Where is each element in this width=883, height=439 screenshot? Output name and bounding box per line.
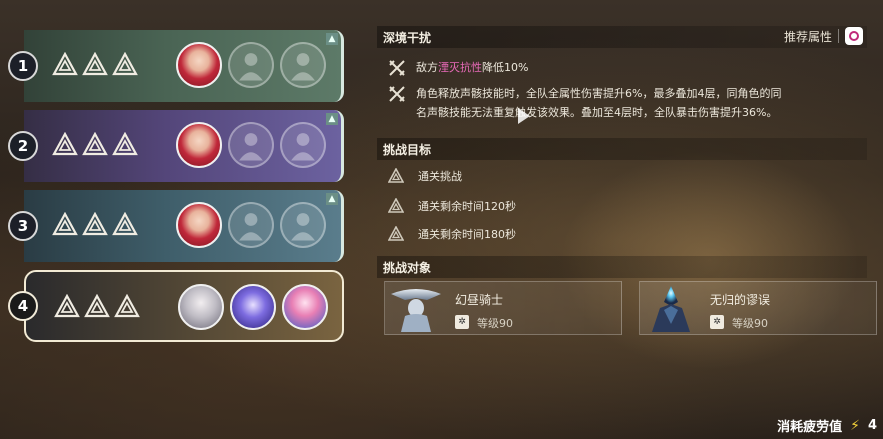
target-card[interactable]: 幻昼骑士 ✲ 等级90	[384, 281, 622, 335]
havoc-attribute-icon[interactable]	[845, 27, 863, 45]
empty-slot-avatar[interactable]	[280, 122, 326, 168]
stage-row-1[interactable]: ▲ 1	[0, 30, 360, 102]
goal-text: 通关剩余时间180秒	[418, 228, 516, 241]
target-name: 无归的谬误	[710, 293, 771, 307]
empty-slot-avatar[interactable]	[228, 42, 274, 88]
level-gear-icon: ✲	[455, 315, 469, 329]
target-level: 等级90	[732, 317, 768, 330]
lightning-icon: ⚡	[850, 417, 860, 434]
crossed-swords-icon	[389, 86, 405, 102]
goal-item: 通关剩余时间180秒	[387, 225, 516, 242]
mouse-cursor-icon	[518, 108, 530, 124]
goal-triangle-icon	[82, 131, 108, 158]
goal-item: 通关剩余时间120秒	[387, 197, 516, 214]
stage-row-4[interactable]: 4	[0, 270, 360, 342]
recommend-attribute[interactable]: 推荐属性	[784, 27, 863, 45]
goal-triangle-icon	[112, 131, 138, 158]
crossed-swords-icon	[389, 60, 405, 76]
character-avatar[interactable]	[176, 202, 222, 248]
goal-triangle-icon	[114, 293, 140, 320]
stage-row-2[interactable]: ▲ 2	[0, 110, 360, 182]
goals-title: 挑战目标	[383, 143, 432, 157]
corner-badge-icon: ▲	[326, 113, 338, 125]
effect-2-text: 角色释放声骸技能时，全队全属性伤害提升6%，最多叠加4层，同角色的同 名声骸技能…	[416, 84, 781, 122]
level-gear-icon: ✲	[710, 315, 724, 329]
target-level: 等级90	[477, 317, 513, 330]
stage-card[interactable]: ▲	[24, 190, 344, 262]
stage-card[interactable]	[24, 270, 344, 342]
targets-title: 挑战对象	[383, 261, 432, 275]
effect-1-highlight: 湮灭抗性	[438, 61, 482, 74]
effect-1-suffix: 降低10%	[482, 61, 529, 74]
stage-number: 3	[8, 211, 38, 241]
stage-card[interactable]: ▲	[24, 110, 344, 182]
character-avatar[interactable]	[230, 284, 276, 330]
stage-number: 4	[8, 291, 38, 321]
target-name: 幻昼骑士	[455, 293, 504, 307]
cost-label: 消耗疲劳值	[777, 420, 843, 435]
goal-triangle-icon	[387, 225, 405, 242]
goal-triangle-icon	[52, 131, 78, 158]
effect-1: 敌方湮灭抗性降低10%	[388, 58, 528, 77]
empty-slot-avatar[interactable]	[280, 42, 326, 88]
empty-slot-avatar[interactable]	[228, 122, 274, 168]
goal-triangle-icon	[82, 211, 108, 238]
stage-number: 2	[8, 131, 38, 161]
stage-row-3[interactable]: ▲ 3	[0, 190, 360, 262]
character-avatar[interactable]	[178, 284, 224, 330]
divider	[838, 29, 839, 43]
goal-triangle-icon	[84, 293, 110, 320]
goal-triangle-icon	[54, 293, 80, 320]
empty-slot-avatar[interactable]	[228, 202, 274, 248]
target-card[interactable]: 无归的谬误 ✲ 等级90	[639, 281, 877, 335]
goal-triangle-icon	[52, 211, 78, 238]
effect-1-text: 敌方湮灭抗性降低10%	[416, 58, 528, 77]
knight-portrait-icon	[391, 289, 441, 332]
effect-2: 角色释放声骸技能时，全队全属性伤害提升6%，最多叠加4层，同角色的同 名声骸技能…	[388, 84, 781, 122]
effect-1-prefix: 敌方	[416, 61, 438, 74]
character-avatar[interactable]	[282, 284, 328, 330]
character-avatar[interactable]	[176, 42, 222, 88]
corner-badge-icon: ▲	[326, 33, 338, 45]
goal-triangle-icon	[52, 51, 78, 78]
stage-number: 1	[8, 51, 38, 81]
stage-card[interactable]: ▲	[24, 30, 344, 102]
recommend-label: 推荐属性	[783, 29, 832, 44]
corner-badge-icon: ▲	[326, 193, 338, 205]
effect-2-line-1: 角色释放声骸技能时，全队全属性伤害提升6%，最多叠加4层，同角色的同	[416, 87, 782, 100]
goal-triangle-icon	[112, 211, 138, 238]
fallacy-portrait-icon	[652, 286, 690, 332]
targets-header: 挑战对象	[377, 256, 867, 278]
goal-item: 通关挑战	[387, 167, 462, 184]
effect-2-line-2: 名声骸技能无法重复触发该效果。叠加至4层时，全队暴击伤害提升36%。	[416, 106, 778, 119]
cost-value: 4	[867, 418, 877, 433]
goal-text: 通关挑战	[418, 170, 462, 183]
goal-triangle-icon	[112, 51, 138, 78]
goal-triangle-icon	[387, 167, 405, 184]
disturbance-title: 深境干扰	[383, 31, 432, 45]
goals-header: 挑战目标	[377, 138, 867, 160]
character-avatar[interactable]	[176, 122, 222, 168]
empty-slot-avatar[interactable]	[280, 202, 326, 248]
goal-triangle-icon	[82, 51, 108, 78]
stamina-cost: 消耗疲劳值 ⚡ 4	[777, 416, 877, 436]
goal-text: 通关剩余时间120秒	[418, 200, 516, 213]
goal-triangle-icon	[387, 197, 405, 214]
disturbance-header: 深境干扰 推荐属性	[377, 26, 867, 48]
